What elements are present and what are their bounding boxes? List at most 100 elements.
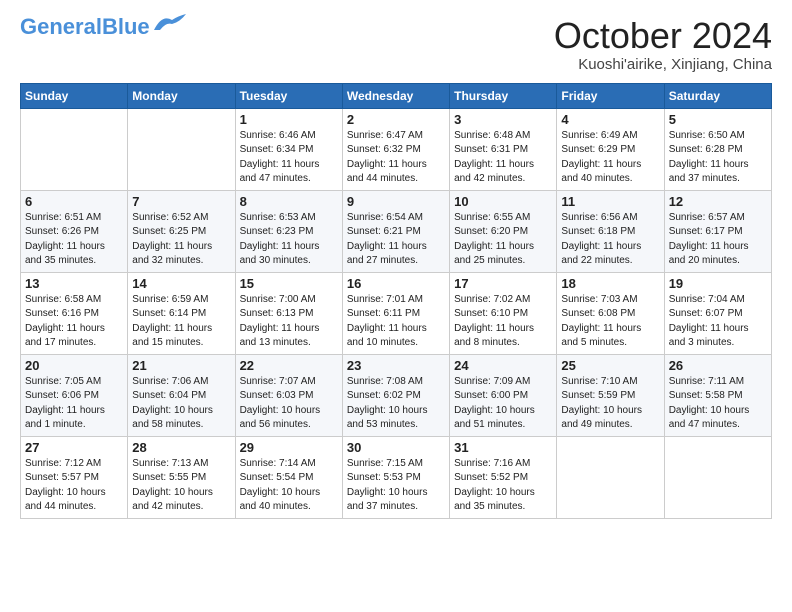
cell-info: Sunrise: 6:54 AM Sunset: 6:21 PM Dayligh… <box>347 211 445 269</box>
cell-info: Sunrise: 6:53 AM Sunset: 6:23 PM Dayligh… <box>240 211 338 269</box>
logo-general: General <box>20 14 102 39</box>
day-number: 31 <box>454 440 552 455</box>
cell-info: Sunrise: 7:07 AM Sunset: 6:03 PM Dayligh… <box>240 375 338 433</box>
cell-info: Sunrise: 7:10 AM Sunset: 5:59 PM Dayligh… <box>561 375 659 433</box>
cell-info: Sunrise: 6:56 AM Sunset: 6:18 PM Dayligh… <box>561 211 659 269</box>
cell-info: Sunrise: 7:12 AM Sunset: 5:57 PM Dayligh… <box>25 457 123 515</box>
logo-blue: Blue <box>102 14 150 39</box>
weekday-header-sunday: Sunday <box>21 83 128 108</box>
calendar-cell: 19Sunrise: 7:04 AM Sunset: 6:07 PM Dayli… <box>664 272 771 354</box>
calendar-cell: 18Sunrise: 7:03 AM Sunset: 6:08 PM Dayli… <box>557 272 664 354</box>
cell-info: Sunrise: 7:03 AM Sunset: 6:08 PM Dayligh… <box>561 293 659 351</box>
cell-info: Sunrise: 7:16 AM Sunset: 5:52 PM Dayligh… <box>454 457 552 515</box>
week-row-2: 6 Sunrise: 6:51 AM Sunset: 6:26 PM Daylig… <box>21 190 772 272</box>
header: GeneralBlue October 2024 Kuoshi'airike, … <box>20 16 772 73</box>
calendar-cell: 3 Sunrise: 6:48 AM Sunset: 6:31 PM Daylig… <box>450 108 557 190</box>
calendar-cell: 10 Sunrise: 6:55 AM Sunset: 6:20 PM Dayli… <box>450 190 557 272</box>
weekday-header-monday: Monday <box>128 83 235 108</box>
cell-info: Sunrise: 7:14 AM Sunset: 5:54 PM Dayligh… <box>240 457 338 515</box>
calendar-cell: 4 Sunrise: 6:49 AM Sunset: 6:29 PM Daylig… <box>557 108 664 190</box>
day-number: 5 <box>669 112 767 127</box>
day-number: 14 <box>132 276 230 291</box>
cell-info: Sunrise: 7:00 AM Sunset: 6:13 PM Dayligh… <box>240 293 338 351</box>
day-number: 3 <box>454 112 552 127</box>
cell-info: Sunrise: 6:52 AM Sunset: 6:25 PM Dayligh… <box>132 211 230 269</box>
page: GeneralBlue October 2024 Kuoshi'airike, … <box>0 0 792 612</box>
day-number: 20 <box>25 358 123 373</box>
location: Kuoshi'airike, Xinjiang, China <box>554 56 772 73</box>
cell-info: Sunrise: 7:02 AM Sunset: 6:10 PM Dayligh… <box>454 293 552 351</box>
calendar-cell: 16Sunrise: 7:01 AM Sunset: 6:11 PM Dayli… <box>342 272 449 354</box>
calendar-cell: 13Sunrise: 6:58 AM Sunset: 6:16 PM Dayli… <box>21 272 128 354</box>
calendar-cell: 2 Sunrise: 6:47 AM Sunset: 6:32 PM Daylig… <box>342 108 449 190</box>
weekday-header-friday: Friday <box>557 83 664 108</box>
calendar-cell: 17 Sunrise: 7:02 AM Sunset: 6:10 PM Dayli… <box>450 272 557 354</box>
cell-info: Sunrise: 7:13 AM Sunset: 5:55 PM Dayligh… <box>132 457 230 515</box>
calendar-cell: 24Sunrise: 7:09 AM Sunset: 6:00 PM Dayli… <box>450 354 557 436</box>
day-number: 10 <box>454 194 552 209</box>
calendar-cell: 30 Sunrise: 7:15 AM Sunset: 5:53 PM Dayli… <box>342 436 449 518</box>
day-number: 23 <box>347 358 445 373</box>
calendar-cell <box>557 436 664 518</box>
day-number: 22 <box>240 358 338 373</box>
cell-info: Sunrise: 7:11 AM Sunset: 5:58 PM Dayligh… <box>669 375 767 433</box>
day-number: 25 <box>561 358 659 373</box>
logo: GeneralBlue <box>20 16 188 38</box>
day-number: 4 <box>561 112 659 127</box>
weekday-header-row: SundayMondayTuesdayWednesdayThursdayFrid… <box>21 83 772 108</box>
calendar-cell: 12Sunrise: 6:57 AM Sunset: 6:17 PM Dayli… <box>664 190 771 272</box>
cell-info: Sunrise: 7:08 AM Sunset: 6:02 PM Dayligh… <box>347 375 445 433</box>
cell-info: Sunrise: 6:55 AM Sunset: 6:20 PM Dayligh… <box>454 211 552 269</box>
cell-info: Sunrise: 7:06 AM Sunset: 6:04 PM Dayligh… <box>132 375 230 433</box>
calendar-cell: 15 Sunrise: 7:00 AM Sunset: 6:13 PM Dayli… <box>235 272 342 354</box>
day-number: 28 <box>132 440 230 455</box>
day-number: 24 <box>454 358 552 373</box>
cell-info: Sunrise: 7:15 AM Sunset: 5:53 PM Dayligh… <box>347 457 445 515</box>
cell-info: Sunrise: 6:57 AM Sunset: 6:17 PM Dayligh… <box>669 211 767 269</box>
calendar-cell: 27 Sunrise: 7:12 AM Sunset: 5:57 PM Dayli… <box>21 436 128 518</box>
weekday-header-tuesday: Tuesday <box>235 83 342 108</box>
cell-info: Sunrise: 6:46 AM Sunset: 6:34 PM Dayligh… <box>240 129 338 187</box>
day-number: 7 <box>132 194 230 209</box>
calendar-cell: 14 Sunrise: 6:59 AM Sunset: 6:14 PM Dayli… <box>128 272 235 354</box>
calendar-cell: 1 Sunrise: 6:46 AM Sunset: 6:34 PM Daylig… <box>235 108 342 190</box>
day-number: 1 <box>240 112 338 127</box>
calendar-cell: 26 Sunrise: 7:11 AM Sunset: 5:58 PM Dayli… <box>664 354 771 436</box>
day-number: 2 <box>347 112 445 127</box>
calendar-cell: 28 Sunrise: 7:13 AM Sunset: 5:55 PM Dayli… <box>128 436 235 518</box>
cell-info: Sunrise: 6:49 AM Sunset: 6:29 PM Dayligh… <box>561 129 659 187</box>
logo-bird-icon <box>152 12 188 34</box>
cell-info: Sunrise: 6:48 AM Sunset: 6:31 PM Dayligh… <box>454 129 552 187</box>
calendar-cell: 11Sunrise: 6:56 AM Sunset: 6:18 PM Dayli… <box>557 190 664 272</box>
day-number: 8 <box>240 194 338 209</box>
calendar-cell: 20 Sunrise: 7:05 AM Sunset: 6:06 PM Dayli… <box>21 354 128 436</box>
day-number: 9 <box>347 194 445 209</box>
weekday-header-thursday: Thursday <box>450 83 557 108</box>
cell-info: Sunrise: 6:50 AM Sunset: 6:28 PM Dayligh… <box>669 129 767 187</box>
weekday-header-wednesday: Wednesday <box>342 83 449 108</box>
calendar-cell <box>128 108 235 190</box>
day-number: 6 <box>25 194 123 209</box>
week-row-5: 27 Sunrise: 7:12 AM Sunset: 5:57 PM Dayli… <box>21 436 772 518</box>
title-block: October 2024 Kuoshi'airike, Xinjiang, Ch… <box>554 16 772 73</box>
calendar-cell: 5 Sunrise: 6:50 AM Sunset: 6:28 PM Daylig… <box>664 108 771 190</box>
day-number: 26 <box>669 358 767 373</box>
calendar-cell <box>664 436 771 518</box>
calendar-cell: 23 Sunrise: 7:08 AM Sunset: 6:02 PM Dayli… <box>342 354 449 436</box>
calendar-cell: 6 Sunrise: 6:51 AM Sunset: 6:26 PM Daylig… <box>21 190 128 272</box>
calendar-cell: 22 Sunrise: 7:07 AM Sunset: 6:03 PM Dayli… <box>235 354 342 436</box>
calendar-cell: 31 Sunrise: 7:16 AM Sunset: 5:52 PM Dayli… <box>450 436 557 518</box>
week-row-1: 1 Sunrise: 6:46 AM Sunset: 6:34 PM Daylig… <box>21 108 772 190</box>
cell-info: Sunrise: 6:47 AM Sunset: 6:32 PM Dayligh… <box>347 129 445 187</box>
day-number: 30 <box>347 440 445 455</box>
day-number: 17 <box>454 276 552 291</box>
calendar-table: SundayMondayTuesdayWednesdayThursdayFrid… <box>20 83 772 519</box>
day-number: 27 <box>25 440 123 455</box>
calendar-cell <box>21 108 128 190</box>
day-number: 15 <box>240 276 338 291</box>
cell-info: Sunrise: 6:59 AM Sunset: 6:14 PM Dayligh… <box>132 293 230 351</box>
day-number: 16 <box>347 276 445 291</box>
cell-info: Sunrise: 6:51 AM Sunset: 6:26 PM Dayligh… <box>25 211 123 269</box>
cell-info: Sunrise: 7:05 AM Sunset: 6:06 PM Dayligh… <box>25 375 123 433</box>
weekday-header-saturday: Saturday <box>664 83 771 108</box>
